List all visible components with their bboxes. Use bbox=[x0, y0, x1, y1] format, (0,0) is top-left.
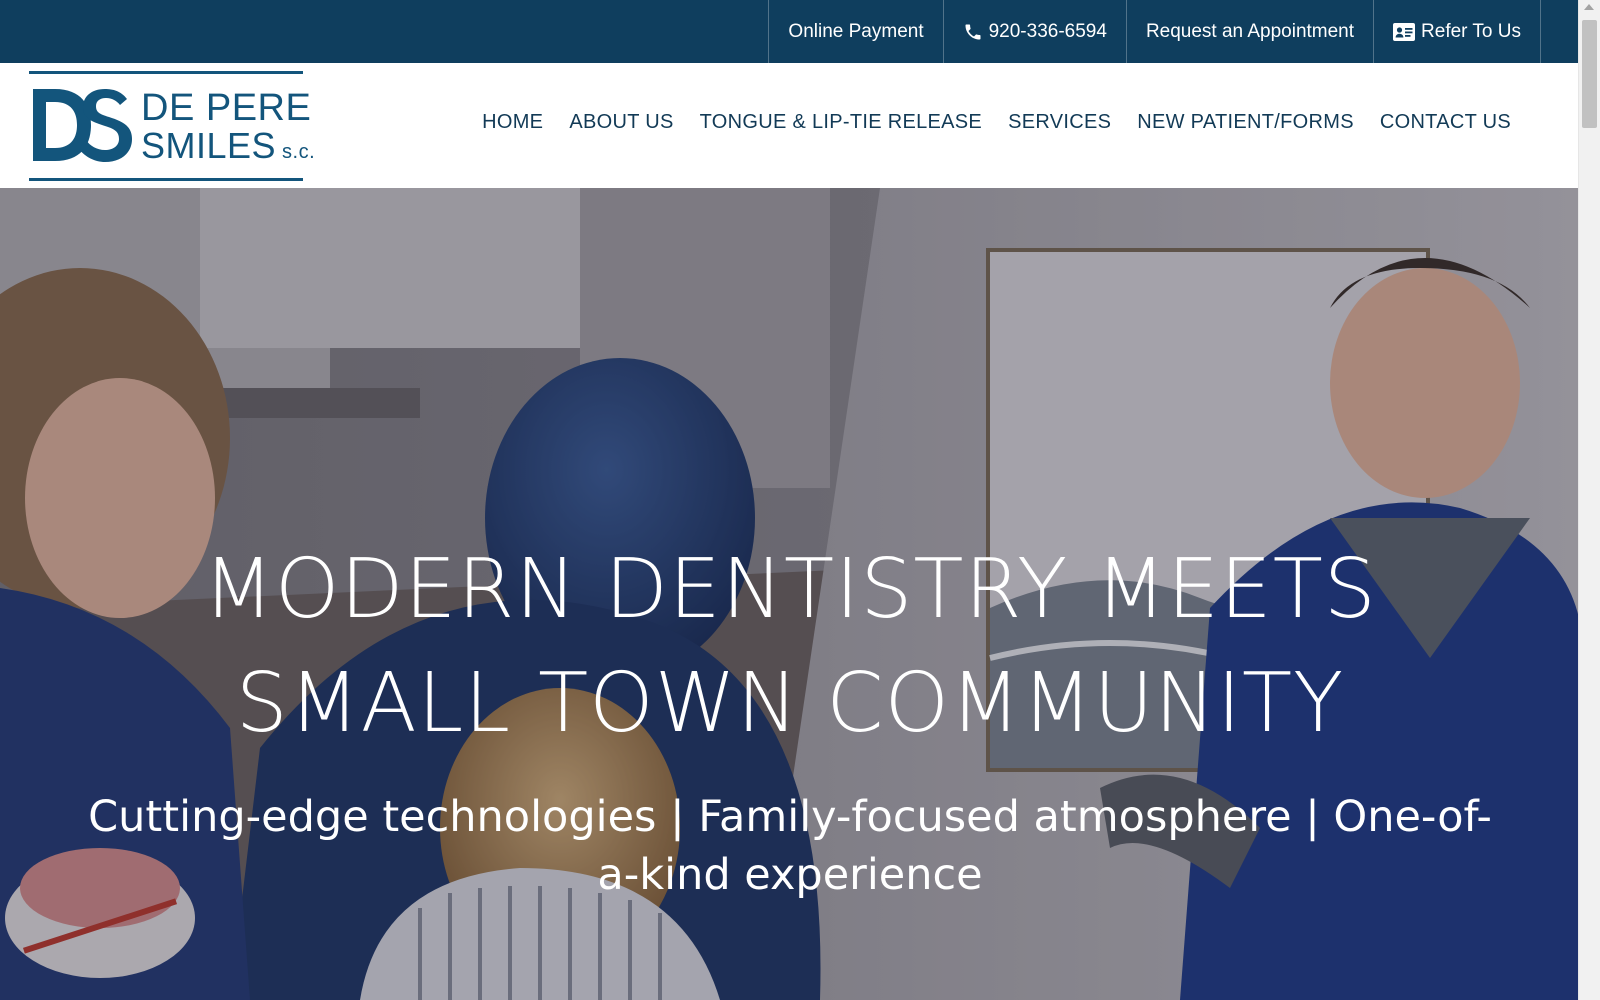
phone-icon bbox=[965, 24, 981, 39]
nav-services[interactable]: SERVICES bbox=[1008, 111, 1111, 134]
hero-subtitle: Cutting-edge technologies | Family-focus… bbox=[88, 792, 1492, 900]
phone-number: 920-336-6594 bbox=[988, 20, 1107, 42]
hero-banner: MODERN DENTISTRY MEETS SMALL TOWN COMMUN… bbox=[0, 188, 1579, 1000]
phone-link[interactable]: 920-336-6594 bbox=[942, 0, 1126, 63]
scroll-thumb[interactable] bbox=[1582, 20, 1597, 128]
nav-home[interactable]: HOME bbox=[482, 111, 543, 134]
refer-link[interactable]: Refer To Us bbox=[1373, 0, 1541, 63]
logo-smiles: SMILES bbox=[141, 125, 277, 166]
request-appointment-label: Request an Appointment bbox=[1145, 20, 1355, 42]
ds-monogram bbox=[33, 89, 132, 162]
logo-line-1: DE PERE bbox=[141, 87, 312, 129]
refer-label: Refer To Us bbox=[1421, 20, 1521, 42]
main-nav: HOME ABOUT US TONGUE & LIP-TIE RELEASE S… bbox=[482, 111, 1511, 134]
request-appointment-link[interactable]: Request an Appointment bbox=[1125, 0, 1373, 63]
logo-top-rule bbox=[29, 71, 303, 74]
logo-bottom-rule bbox=[29, 178, 303, 181]
logo-suffix: s.c. bbox=[282, 141, 316, 163]
top-links: Online Payment 920-336-6594 Request an A… bbox=[768, 0, 1541, 63]
page: Online Payment 920-336-6594 Request an A… bbox=[0, 0, 1579, 1000]
nav-tongue-lip-tie[interactable]: TONGUE & LIP-TIE RELEASE bbox=[700, 111, 982, 134]
scroll-up-arrow-icon[interactable] bbox=[1584, 4, 1594, 10]
online-payment-link[interactable]: Online Payment bbox=[768, 0, 942, 63]
top-utility-bar: Online Payment 920-336-6594 Request an A… bbox=[0, 0, 1579, 63]
hero-title: MODERN DENTISTRY MEETS SMALL TOWN COMMUN… bbox=[203, 542, 1377, 751]
nav-contact-us[interactable]: CONTACT US bbox=[1380, 111, 1511, 134]
id-card-icon bbox=[1393, 22, 1416, 41]
nav-new-patient-forms[interactable]: NEW PATIENT/FORMS bbox=[1137, 111, 1354, 134]
page-scrollbar[interactable] bbox=[1578, 0, 1600, 1000]
logo-line-2: SMILES s.c. bbox=[141, 125, 315, 167]
nav-about-us[interactable]: ABOUT US bbox=[569, 111, 673, 134]
site-logo[interactable]: DE PERE SMILES s.c. bbox=[29, 71, 315, 181]
online-payment-label: Online Payment bbox=[788, 20, 924, 42]
site-header: DE PERE SMILES s.c. HOME ABOUT US TONGUE … bbox=[0, 63, 1579, 188]
